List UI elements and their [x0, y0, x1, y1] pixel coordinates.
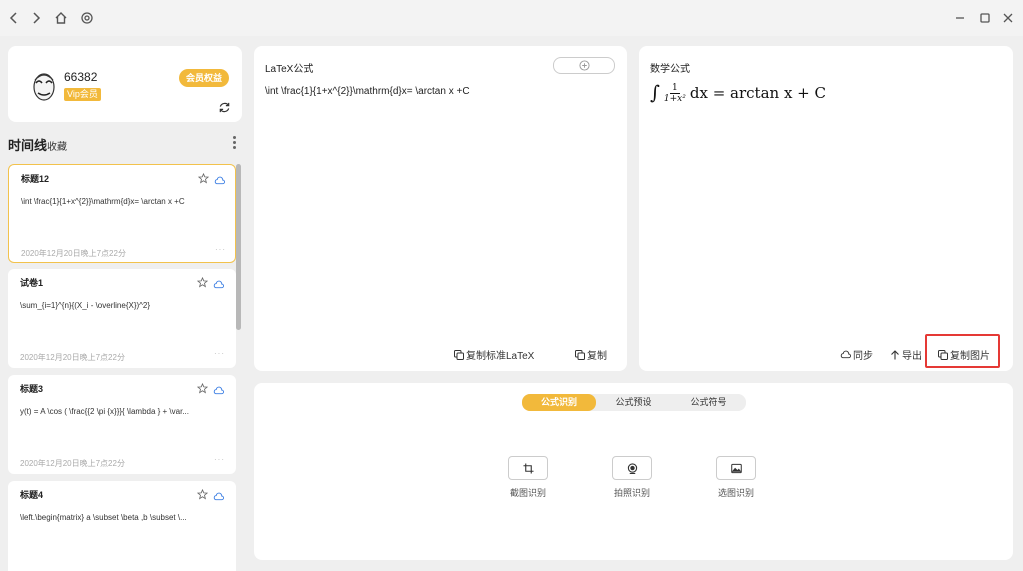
rendered-formula: ∫ 1 1+x² dx = arctan x + C: [650, 82, 826, 104]
copy-standard-latex-label: 复制标准LaTeX: [466, 351, 535, 362]
close-icon[interactable]: [999, 9, 1017, 27]
recognition-tabs: 公式识别 公式预设 公式符号: [522, 394, 746, 411]
math-panel-title: 数学公式: [650, 64, 690, 75]
crop-icon[interactable]: [508, 456, 548, 480]
maximize-icon[interactable]: [976, 9, 994, 27]
list-item[interactable]: 试卷1 \sum_{i=1}^{n}{(X_i - \overline{X})^…: [8, 269, 236, 368]
profile-card: 66382 Vip会员 会员权益: [8, 46, 242, 122]
screenshot-recognition-button[interactable]: 截图识别: [508, 456, 548, 499]
photo-recognition-label: 拍照识别: [613, 488, 650, 498]
note-title: 试卷1: [20, 278, 44, 288]
copy-image-highlight: [925, 334, 1000, 368]
vip-badge: Vip会员: [64, 88, 101, 101]
sync-label: 同步: [853, 351, 873, 362]
refresh-icon[interactable]: [218, 101, 231, 114]
tab-formula-symbols[interactable]: 公式符号: [671, 394, 746, 411]
image-select-recognition-label: 选图识别: [717, 488, 754, 498]
home-icon[interactable]: [52, 9, 70, 27]
timeline-scrollbar[interactable]: [236, 164, 241, 330]
note-date: 2020年12月20日晚上7点22分: [20, 459, 125, 468]
formula-rest: dx = arctan x + C: [689, 84, 826, 102]
member-benefits-button[interactable]: 会员权益: [179, 69, 230, 87]
image-select-recognition-button[interactable]: 选图识别: [716, 456, 756, 499]
latex-panel-title: LaTeX公式: [265, 64, 314, 75]
list-item[interactable]: 标题3 y(t) = A \cos ( \frac{{2 \pi {x}}}{ …: [8, 375, 236, 474]
username: 66382: [64, 70, 98, 84]
note-date: 2020年12月20日晚上7点22分: [21, 249, 126, 258]
fraction-denominator: 1+x²: [663, 93, 686, 104]
note-body: \left.\begin{matrix} a \subset \beta ,b …: [20, 513, 187, 522]
timeline-list: 标题12 \int \frac{1}{1+x^{2}}\mathrm{d}x= …: [8, 163, 244, 571]
note-more[interactable]: ···: [214, 349, 225, 358]
recognition-panel: 公式识别 公式预设 公式符号 截图识别 拍照识别 选图识别: [254, 383, 1013, 560]
latex-source-text[interactable]: \int \frac{1}{1+x^{2}}\mathrm{d}x= \arct…: [265, 86, 470, 97]
forward-icon[interactable]: [27, 9, 45, 27]
note-body: \int \frac{1}{1+x^{2}}\mathrm{d}x= \arct…: [21, 197, 185, 206]
cloud-icon[interactable]: [213, 488, 224, 501]
minimize-icon[interactable]: [951, 9, 969, 27]
math-panel: 数学公式 ∫ 1 1+x² dx = arctan x + C 同步 导出 复制…: [639, 46, 1013, 371]
camera-icon[interactable]: [612, 456, 652, 480]
tab-formula-recognition[interactable]: 公式识别: [522, 394, 596, 411]
fraction-numerator: 1: [670, 82, 680, 94]
copy-label: 复制: [587, 351, 607, 362]
fraction: 1 1+x²: [664, 83, 686, 104]
more-options-icon[interactable]: [231, 135, 237, 151]
copy-icon: [454, 349, 464, 360]
tab-formula-presets[interactable]: 公式预设: [596, 394, 671, 411]
export-button[interactable]: 导出: [890, 347, 922, 362]
title-bar: [0, 0, 1023, 36]
note-title: 标题12: [21, 174, 50, 184]
note-title: 标题4: [20, 490, 44, 500]
favorites-tab[interactable]: 收藏: [47, 138, 67, 153]
copy-icon: [575, 349, 585, 360]
avatar[interactable]: [24, 66, 64, 106]
star-icon[interactable]: [196, 381, 209, 394]
timeline-title: 时间线: [8, 138, 48, 153]
cloud-icon[interactable]: [214, 172, 225, 185]
copy-standard-latex-button[interactable]: 复制标准LaTeX: [454, 347, 534, 362]
sync-button[interactable]: 同步: [840, 347, 873, 362]
settings-icon[interactable]: [78, 9, 96, 27]
list-item[interactable]: 标题12 \int \frac{1}{1+x^{2}}\mathrm{d}x= …: [8, 164, 236, 263]
arrow-up-icon: [891, 349, 899, 359]
cloud-icon: [840, 350, 851, 359]
note-more[interactable]: ···: [215, 245, 226, 254]
export-label: 导出: [902, 351, 922, 362]
note-body: \sum_{i=1}^{n}{(X_i - \overline{X})^2}: [20, 301, 151, 310]
copy-button[interactable]: 复制: [575, 347, 607, 362]
note-more[interactable]: ···: [214, 455, 225, 464]
list-item[interactable]: 标题4 \left.\begin{matrix} a \subset \beta…: [8, 481, 236, 571]
back-icon[interactable]: [5, 9, 23, 27]
cloud-icon[interactable]: [213, 382, 224, 395]
add-button[interactable]: [553, 57, 615, 74]
integral-sign: ∫: [650, 82, 660, 104]
image-icon[interactable]: [716, 456, 756, 480]
star-icon[interactable]: [197, 171, 210, 184]
note-title: 标题3: [20, 384, 44, 394]
screenshot-recognition-label: 截图识别: [509, 488, 546, 498]
star-icon[interactable]: [196, 487, 209, 500]
latex-panel: LaTeX公式 \int \frac{1}{1+x^{2}}\mathrm{d}…: [254, 46, 627, 371]
note-body: y(t) = A \cos ( \frac{{2 \pi {x}}}{ \lam…: [20, 407, 189, 416]
note-date: 2020年12月20日晚上7点22分: [20, 353, 125, 362]
cloud-icon[interactable]: [213, 276, 224, 289]
star-icon[interactable]: [196, 275, 209, 288]
photo-recognition-button[interactable]: 拍照识别: [612, 456, 652, 499]
